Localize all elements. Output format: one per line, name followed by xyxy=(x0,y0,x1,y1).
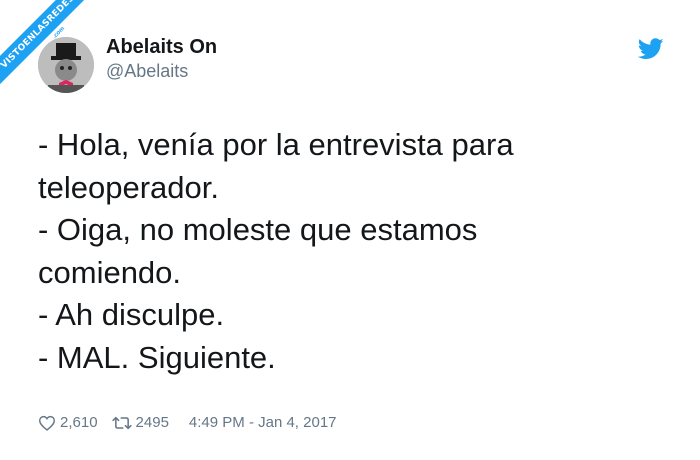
heart-icon xyxy=(38,415,56,431)
tweet-footer: 2,610 2495 4:49 PM - Jan 4, 2017 xyxy=(38,414,337,431)
author-name[interactable]: Abelaits On xyxy=(106,36,217,59)
twitter-bird-icon[interactable] xyxy=(637,38,664,60)
author-handle[interactable]: @Abelaits xyxy=(106,61,188,82)
tweet-line: - MAL. Siguiente. xyxy=(38,339,276,375)
tweet-line: comiendo. xyxy=(38,254,182,290)
tweet-line: teleoperador. xyxy=(38,169,219,205)
retweet-count: 2495 xyxy=(135,414,169,431)
avatar[interactable] xyxy=(38,37,94,93)
tweet-line: - Oiga, no moleste que estamos xyxy=(38,212,478,247)
like-count: 2,610 xyxy=(60,414,98,431)
tweet-card: VISTOENLASREDES .com Abelaits On @Abelai… xyxy=(0,0,700,460)
tweet-line: - Hola, venía por la entrevista para xyxy=(38,127,514,162)
like-button[interactable]: 2,610 xyxy=(38,414,98,431)
tweet-timestamp[interactable]: 4:49 PM - Jan 4, 2017 xyxy=(189,414,337,431)
retweet-icon xyxy=(111,416,132,429)
tweet-body: - Hola, venía por la entrevista para tel… xyxy=(38,124,638,379)
tweet-line: - Ah disculpe. xyxy=(38,297,225,332)
retweet-button[interactable]: 2495 xyxy=(111,414,169,431)
